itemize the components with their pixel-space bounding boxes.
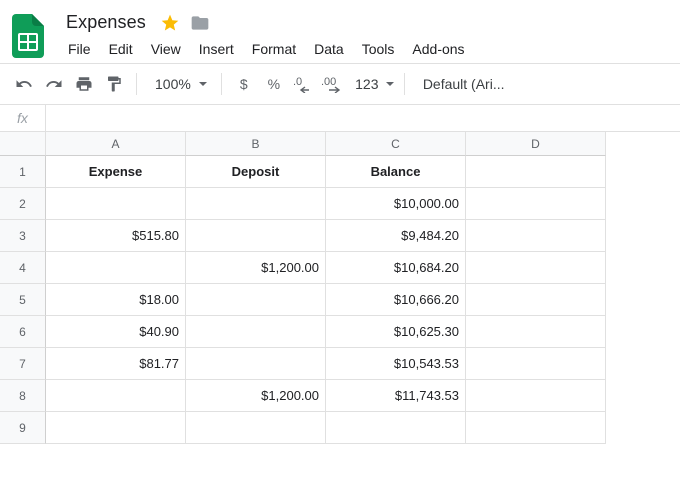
fx-label: fx <box>0 105 46 131</box>
menu-view[interactable]: View <box>143 37 189 61</box>
cell-A9[interactable] <box>46 412 186 444</box>
cell-D8[interactable] <box>466 380 606 412</box>
cell-A5[interactable]: $18.00 <box>46 284 186 316</box>
row-header-2[interactable]: 2 <box>0 188 46 220</box>
cell-C6[interactable]: $10,625.30 <box>326 316 466 348</box>
formula-bar: fx <box>0 104 680 132</box>
font-dropdown[interactable]: Default (Ari... <box>413 76 515 92</box>
cell-B7[interactable] <box>186 348 326 380</box>
cell-C7[interactable]: $10,543.53 <box>326 348 466 380</box>
folder-icon[interactable] <box>190 13 210 33</box>
cell-A1[interactable]: Expense <box>46 156 186 188</box>
menu-edit[interactable]: Edit <box>101 37 141 61</box>
row-header-1[interactable]: 1 <box>0 156 46 188</box>
star-icon[interactable] <box>160 13 180 33</box>
increase-decimal-button[interactable]: .00 <box>320 70 348 98</box>
menu-tools[interactable]: Tools <box>354 37 403 61</box>
menu-file[interactable]: File <box>60 37 99 61</box>
cell-D4[interactable] <box>466 252 606 284</box>
column-header-D[interactable]: D <box>466 132 606 156</box>
cell-C9[interactable] <box>326 412 466 444</box>
row-header-5[interactable]: 5 <box>0 284 46 316</box>
row-header-6[interactable]: 6 <box>0 316 46 348</box>
svg-text:.00: .00 <box>321 76 336 88</box>
print-button[interactable] <box>70 70 98 98</box>
spreadsheet-grid: A B C D 1 Expense Deposit Balance 2 $10,… <box>0 132 680 444</box>
document-title[interactable]: Expenses <box>62 10 150 35</box>
cell-C4[interactable]: $10,684.20 <box>326 252 466 284</box>
cell-B5[interactable] <box>186 284 326 316</box>
chevron-down-icon <box>199 82 207 86</box>
cell-B8[interactable]: $1,200.00 <box>186 380 326 412</box>
cell-A4[interactable] <box>46 252 186 284</box>
cell-A8[interactable] <box>46 380 186 412</box>
cell-C2[interactable]: $10,000.00 <box>326 188 466 220</box>
cell-D9[interactable] <box>466 412 606 444</box>
cell-B4[interactable]: $1,200.00 <box>186 252 326 284</box>
menu-addons[interactable]: Add-ons <box>404 37 472 61</box>
column-header-C[interactable]: C <box>326 132 466 156</box>
cell-A7[interactable]: $81.77 <box>46 348 186 380</box>
zoom-dropdown[interactable]: 100% <box>145 76 213 92</box>
cell-B3[interactable] <box>186 220 326 252</box>
cell-D2[interactable] <box>466 188 606 220</box>
toolbar: 100% $ % .0 .00 123 Default (Ari... <box>0 63 680 104</box>
cell-D3[interactable] <box>466 220 606 252</box>
svg-text:.0: .0 <box>293 76 302 88</box>
paint-format-button[interactable] <box>100 70 128 98</box>
cell-A6[interactable]: $40.90 <box>46 316 186 348</box>
column-header-B[interactable]: B <box>186 132 326 156</box>
menu-insert[interactable]: Insert <box>191 37 242 61</box>
row-header-3[interactable]: 3 <box>0 220 46 252</box>
toolbar-separator <box>221 73 222 95</box>
column-header-A[interactable]: A <box>46 132 186 156</box>
menu-format[interactable]: Format <box>244 37 304 61</box>
cell-B6[interactable] <box>186 316 326 348</box>
row-header-4[interactable]: 4 <box>0 252 46 284</box>
cell-C8[interactable]: $11,743.53 <box>326 380 466 412</box>
title-bar: Expenses File Edit View Insert Format Da… <box>0 0 680 63</box>
menu-bar: File Edit View Insert Format Data Tools … <box>54 37 473 63</box>
chevron-down-icon <box>386 82 394 86</box>
cell-C5[interactable]: $10,666.20 <box>326 284 466 316</box>
row-header-7[interactable]: 7 <box>0 348 46 380</box>
cell-D6[interactable] <box>466 316 606 348</box>
decrease-decimal-button[interactable]: .0 <box>290 70 318 98</box>
redo-button[interactable] <box>40 70 68 98</box>
toolbar-separator <box>404 73 405 95</box>
row-header-9[interactable]: 9 <box>0 412 46 444</box>
cell-D7[interactable] <box>466 348 606 380</box>
more-formats-dropdown[interactable]: 123 <box>350 70 396 98</box>
undo-button[interactable] <box>10 70 38 98</box>
cell-B1[interactable]: Deposit <box>186 156 326 188</box>
cell-C3[interactable]: $9,484.20 <box>326 220 466 252</box>
cell-D5[interactable] <box>466 284 606 316</box>
cell-A2[interactable] <box>46 188 186 220</box>
cell-B9[interactable] <box>186 412 326 444</box>
row-header-8[interactable]: 8 <box>0 380 46 412</box>
format-percent-button[interactable]: % <box>260 70 288 98</box>
select-all-corner[interactable] <box>0 132 46 156</box>
sheets-app-icon[interactable] <box>8 12 48 60</box>
cell-B2[interactable] <box>186 188 326 220</box>
formula-input[interactable] <box>46 105 680 131</box>
format-currency-button[interactable]: $ <box>230 70 258 98</box>
cell-A3[interactable]: $515.80 <box>46 220 186 252</box>
cell-C1[interactable]: Balance <box>326 156 466 188</box>
toolbar-separator <box>136 73 137 95</box>
cell-D1[interactable] <box>466 156 606 188</box>
menu-data[interactable]: Data <box>306 37 352 61</box>
